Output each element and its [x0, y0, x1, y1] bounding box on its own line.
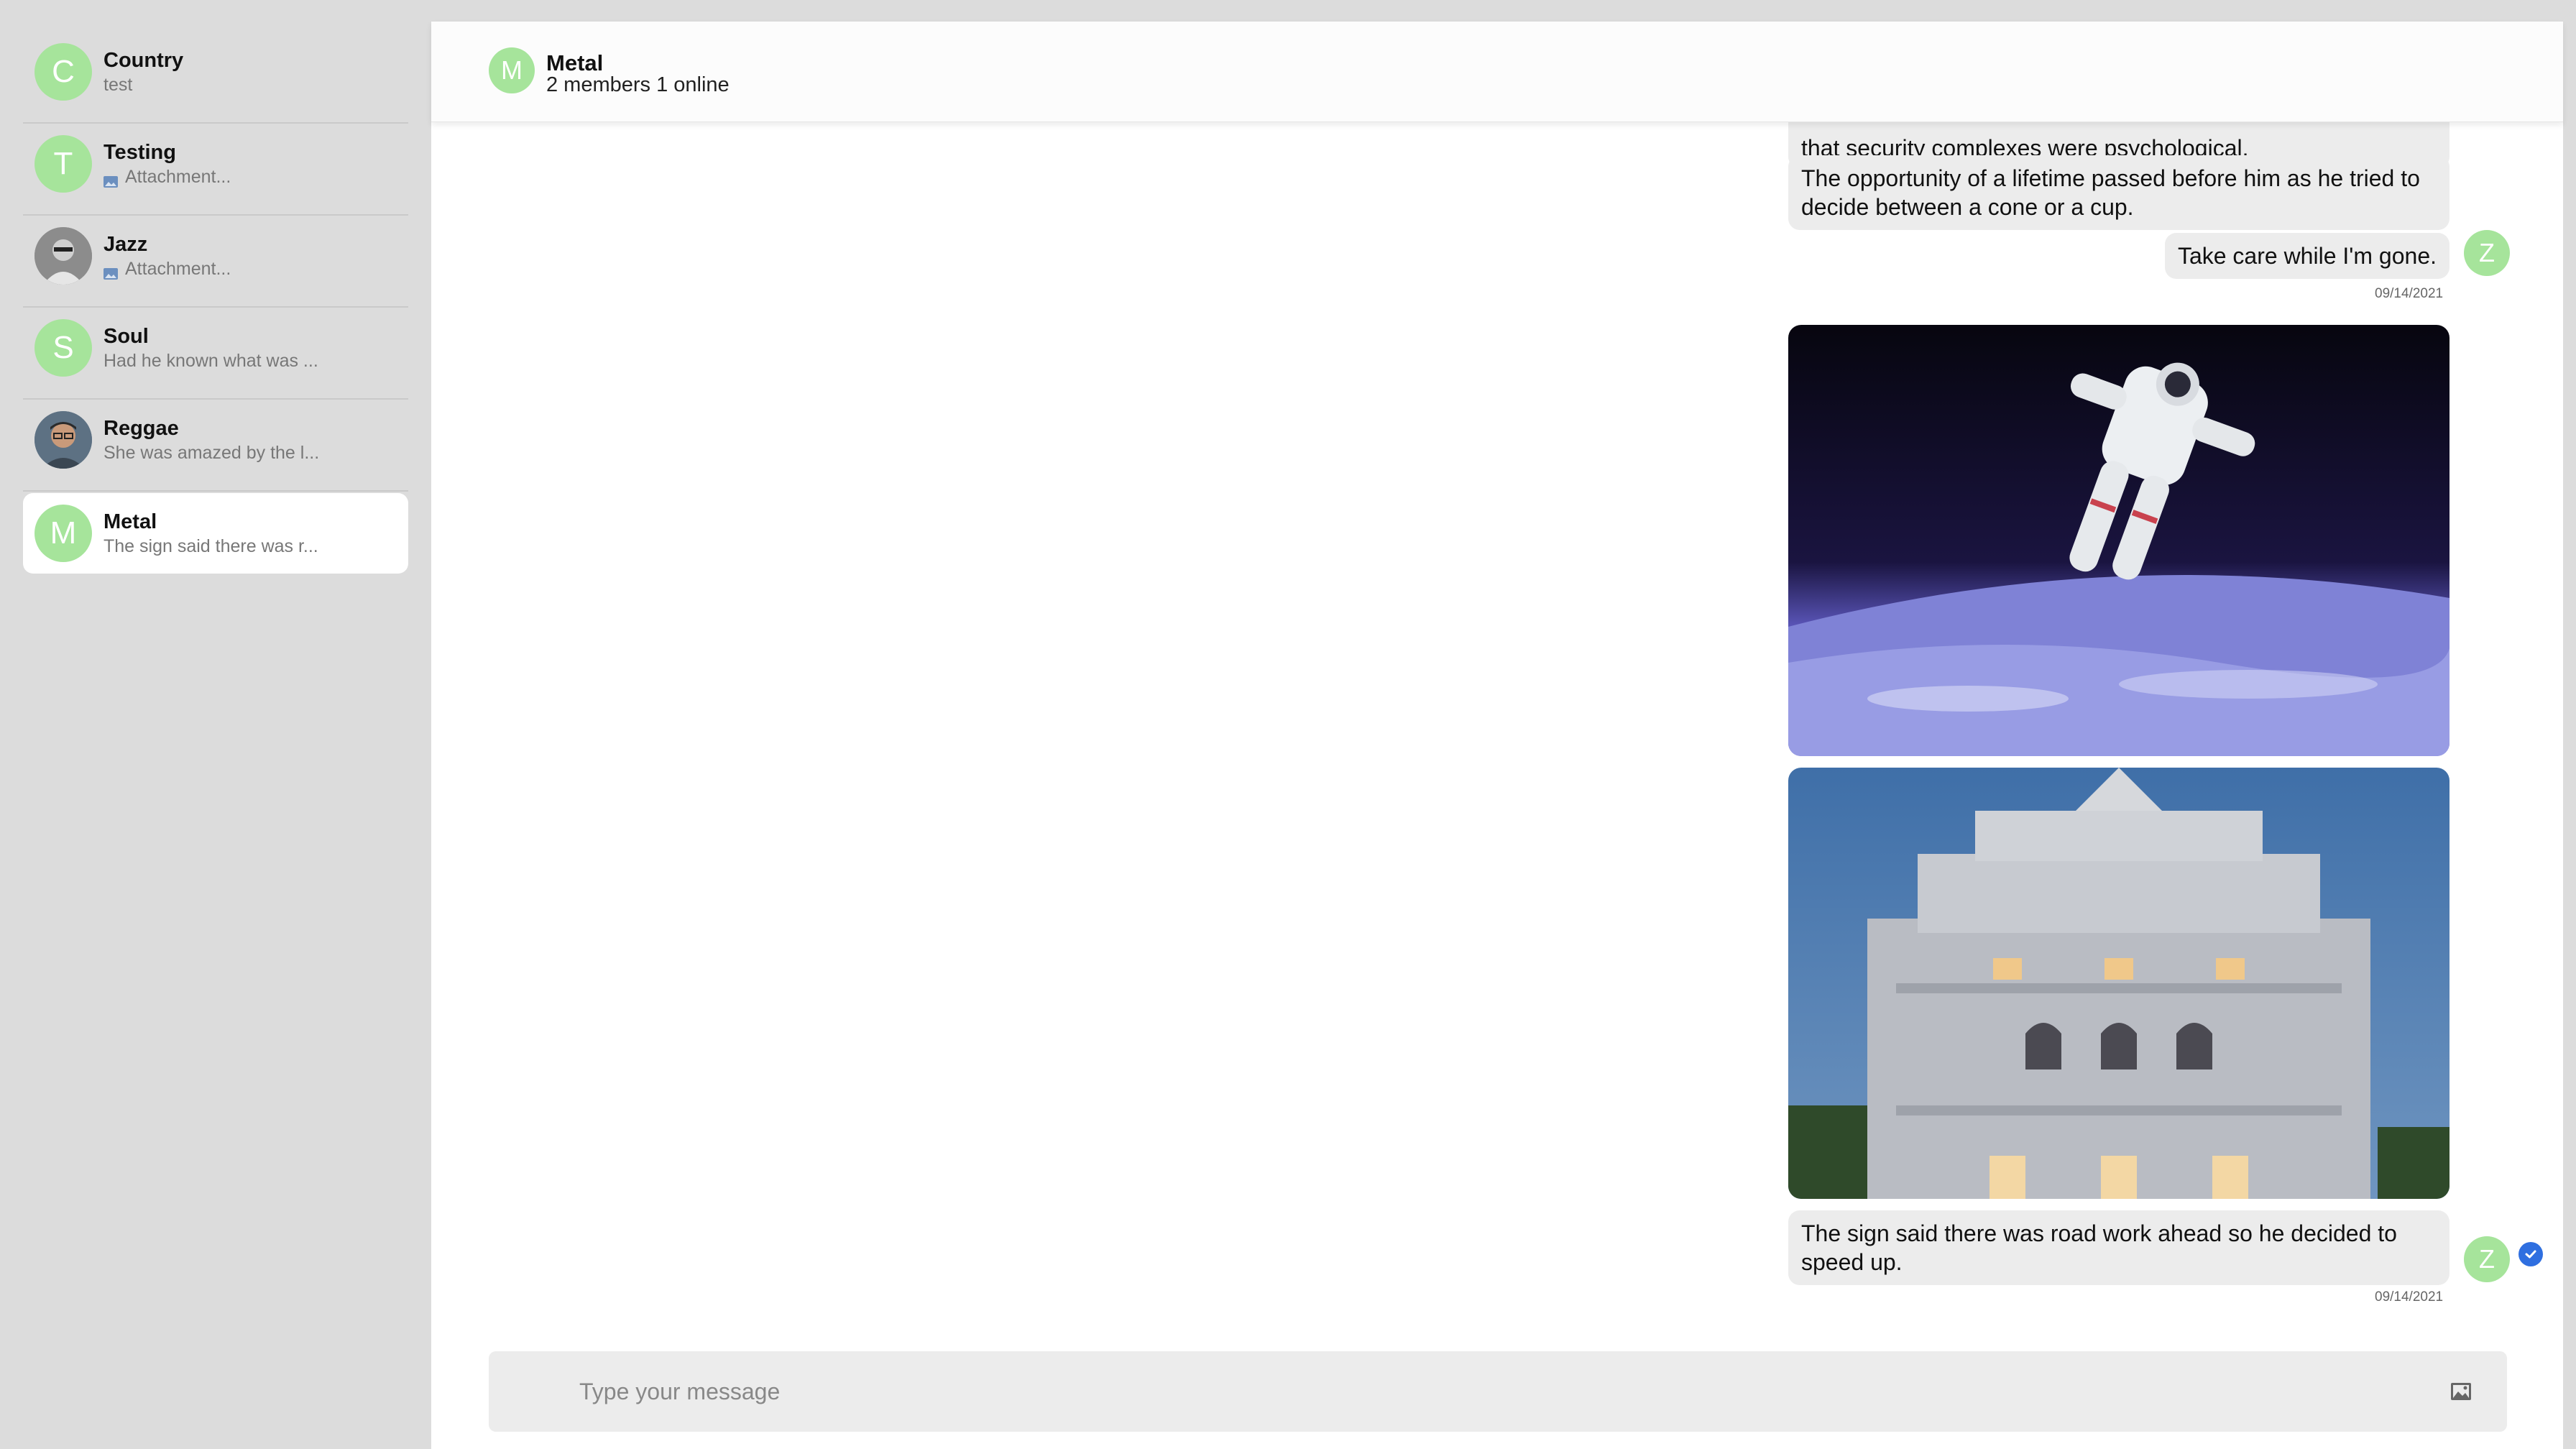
- message-input[interactable]: [579, 1368, 2376, 1414]
- message-timestamp: 09/14/2021: [2375, 286, 2444, 301]
- image-attachment-icon: [104, 264, 118, 280]
- sender-avatar: Z: [2464, 1236, 2510, 1282]
- conversation-sidebar: C Country test T Testing Attachment... J…: [0, 0, 431, 1449]
- conversation-name: Soul: [104, 325, 149, 348]
- conversation-preview: Had he known what was ...: [104, 351, 318, 371]
- image-icon[interactable]: [2450, 1380, 2472, 1403]
- conversation-preview: test: [104, 75, 133, 95]
- conversation-name: Country: [104, 49, 184, 72]
- conversation-name: Reggae: [104, 417, 179, 440]
- message-composer: [489, 1351, 2507, 1432]
- conversation-name: Metal: [104, 510, 157, 533]
- conversation-preview: Attachment...: [104, 167, 231, 188]
- read-receipt-check-icon: [2518, 1242, 2543, 1266]
- image-attachment-icon: [104, 172, 118, 188]
- conversation-preview: She was amazed by the l...: [104, 443, 320, 463]
- conversation-name: Jazz: [104, 233, 148, 256]
- message-timestamp: 09/14/2021: [2375, 1289, 2444, 1305]
- avatar: M: [34, 505, 92, 562]
- conversation-item-reggae[interactable]: Reggae She was amazed by the l...: [23, 400, 408, 492]
- chat-header: M Metal 2 members 1 online: [431, 22, 2563, 122]
- conversation-item-soul[interactable]: S Soul Had he known what was ...: [23, 308, 408, 400]
- astronaut-over-earth-photo[interactable]: [1788, 325, 2450, 756]
- ornate-theater-building-photo[interactable]: [1788, 768, 2450, 1199]
- conversation-name: Testing: [104, 141, 176, 164]
- chat-member-status: 2 members 1 online: [546, 73, 730, 96]
- conversation-preview: The sign said there was r...: [104, 536, 318, 556]
- person-grayscale-avatar: [34, 227, 92, 285]
- conversation-item-metal[interactable]: M Metal The sign said there was r...: [23, 493, 408, 574]
- message-bubble: The opportunity of a lifetime passed bef…: [1788, 155, 2450, 230]
- chat-panel: that security complexes were psychologic…: [431, 22, 2563, 1449]
- avatar: S: [34, 319, 92, 377]
- chat-title: Metal: [546, 50, 604, 75]
- conversation-item-country[interactable]: C Country test: [23, 32, 408, 124]
- chat-app: C Country test T Testing Attachment... J…: [0, 0, 2576, 1449]
- sender-avatar: Z: [2464, 230, 2510, 276]
- avatar: C: [34, 43, 92, 101]
- avatar: T: [34, 135, 92, 193]
- person-glasses-avatar: [34, 411, 92, 469]
- divider: [23, 490, 408, 492]
- message-bubble: Take care while I'm gone.: [2164, 233, 2450, 279]
- chat-avatar: M: [489, 47, 535, 93]
- conversation-preview: Attachment...: [104, 259, 231, 280]
- message-bubble: The sign said there was road work ahead …: [1788, 1210, 2450, 1285]
- message-list[interactable]: that security complexes were psychologic…: [431, 22, 2563, 1315]
- conversation-item-testing[interactable]: T Testing Attachment...: [23, 124, 408, 216]
- conversation-item-jazz[interactable]: Jazz Attachment...: [23, 216, 408, 308]
